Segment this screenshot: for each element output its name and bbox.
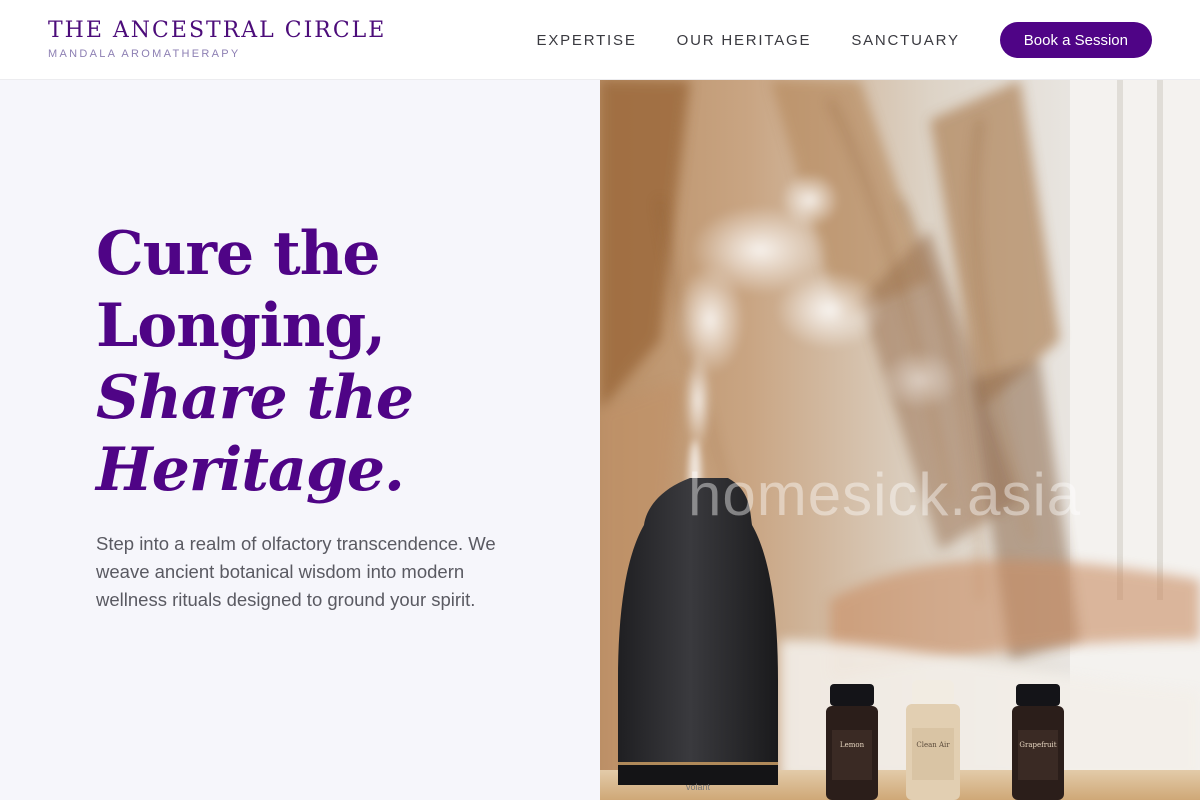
hero-title-line-1: Cure the bbox=[96, 219, 381, 289]
hero-title-line-3: Share the bbox=[96, 363, 414, 433]
hero-description: Step into a realm of olfactory transcend… bbox=[96, 533, 496, 610]
hero-image-diffuser: volant Lemon Clean Air Grapefruit homesi… bbox=[600, 80, 1200, 800]
site-header: THE ANCESTRAL CIRCLE MANDALA AROMATHERAP… bbox=[0, 0, 1200, 80]
hero-title-line-2: Longing, bbox=[96, 291, 386, 361]
image-watermark: homesick.asia bbox=[688, 461, 1082, 528]
diffuser-brand-label: volant bbox=[686, 782, 711, 792]
hero-section: Cure the Longing, Share the Heritage. St… bbox=[0, 80, 600, 800]
svg-text:Lemon: Lemon bbox=[840, 741, 865, 749]
hero-title: Cure the Longing, Share the Heritage. bbox=[96, 218, 566, 506]
essential-oil-bottle-lemon: Lemon bbox=[826, 684, 878, 800]
diffuser-photo-illustration: volant Lemon Clean Air Grapefruit bbox=[600, 80, 1200, 800]
svg-text:Clean Air: Clean Air bbox=[916, 741, 950, 749]
brand-name: THE ANCESTRAL CIRCLE bbox=[48, 18, 387, 43]
nav-link-sanctuary[interactable]: SANCTUARY bbox=[851, 32, 959, 49]
main-nav: EXPERTISE OUR HERITAGE SANCTUARY Book a … bbox=[537, 0, 1152, 80]
brand-tagline: MANDALA AROMATHERAPY bbox=[48, 48, 241, 60]
svg-text:Grapefruit: Grapefruit bbox=[1019, 741, 1056, 749]
book-session-button[interactable]: Book a Session bbox=[999, 22, 1152, 58]
essential-oil-bottle-grapefruit: Grapefruit bbox=[1012, 684, 1064, 800]
essential-oil-bottle-clean-air: Clean Air bbox=[906, 680, 960, 800]
hero-title-line-4: Heritage. bbox=[96, 435, 405, 505]
nav-link-our-heritage[interactable]: OUR HERITAGE bbox=[677, 32, 812, 49]
brand-logo[interactable]: THE ANCESTRAL CIRCLE MANDALA AROMATHERAP… bbox=[48, 17, 386, 60]
nav-link-expertise[interactable]: EXPERTISE bbox=[537, 32, 637, 49]
